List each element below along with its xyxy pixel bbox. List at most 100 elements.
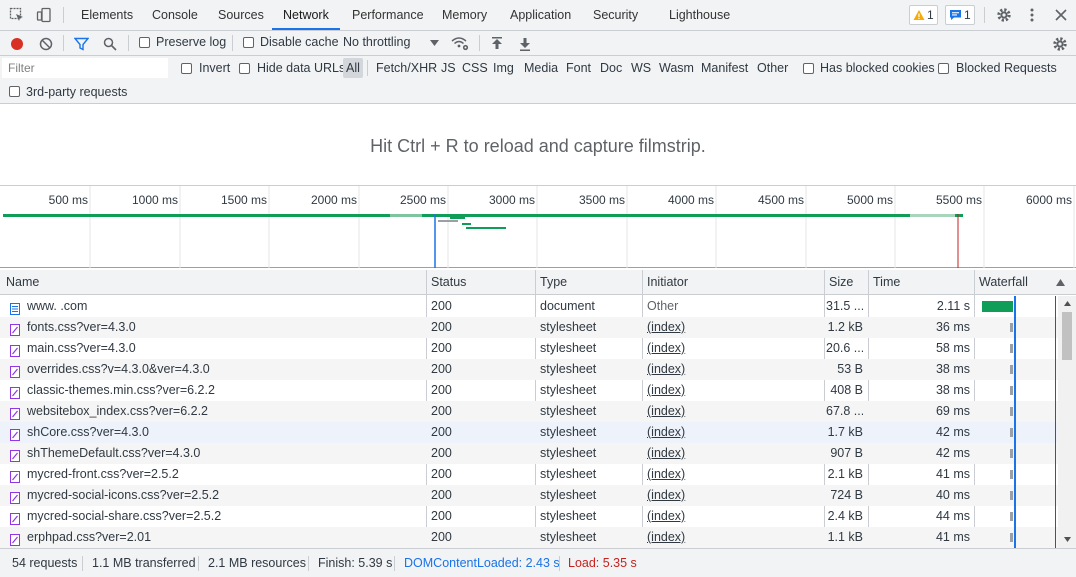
throttling-select[interactable]: No throttling	[343, 35, 410, 49]
request-name[interactable]: erphpad.css?ver=2.01	[27, 527, 422, 548]
request-initiator[interactable]: (index)	[647, 380, 817, 401]
table-row[interactable]: mycred-social-share.css?ver=2.5.2 200 styl…	[0, 506, 1058, 527]
type-filter-other[interactable]: Other	[754, 58, 791, 78]
type-filter-manifest[interactable]: Manifest	[698, 58, 751, 78]
type-filter-js[interactable]: JS	[438, 58, 459, 78]
request-initiator[interactable]: (index)	[647, 443, 817, 464]
scroll-up-arrow-icon[interactable]	[1063, 300, 1071, 306]
request-name[interactable]: mycred-social-icons.css?ver=2.5.2	[27, 485, 422, 506]
table-row[interactable]: shThemeDefault.css?ver=4.3.0 200 styleshee…	[0, 443, 1058, 464]
request-initiator[interactable]: (index)	[647, 464, 817, 485]
scrollbar-thumb[interactable]	[1062, 312, 1072, 360]
type-filter-font[interactable]: Font	[563, 58, 594, 78]
disable-cache-checkbox[interactable]	[243, 37, 254, 48]
tab-performance[interactable]: Performance	[352, 0, 424, 31]
table-row[interactable]: www. .com 200 document Other 31.5 ... 2.11 s	[0, 296, 1058, 317]
type-filter-img[interactable]: Img	[490, 58, 517, 78]
table-row[interactable]: main.css?ver=4.3.0 200 stylesheet (index) 20…	[0, 338, 1058, 359]
settings-gear-icon[interactable]	[995, 6, 1013, 24]
preserve-log-label[interactable]: Preserve log	[156, 35, 226, 49]
request-list-scrollbar[interactable]	[1058, 296, 1076, 548]
sort-ascending-icon[interactable]	[1054, 277, 1066, 287]
request-name[interactable]: classic-themes.min.css?ver=6.2.2	[27, 380, 422, 401]
inspect-element-icon[interactable]	[8, 6, 26, 24]
close-icon[interactable]	[1052, 6, 1070, 24]
column-name-header[interactable]: Name	[1, 270, 39, 295]
record-icon[interactable]	[8, 35, 25, 52]
network-settings-gear-icon[interactable]	[1051, 35, 1069, 52]
preserve-log-checkbox[interactable]	[139, 37, 150, 48]
blocked-requests-checkbox[interactable]	[938, 63, 949, 74]
request-initiator[interactable]: (index)	[647, 338, 817, 359]
disable-cache-label[interactable]: Disable cache	[260, 35, 339, 49]
column-type-header[interactable]: Type	[535, 270, 567, 295]
request-name[interactable]: shCore.css?ver=4.3.0	[27, 422, 422, 443]
dropdown-arrow-icon[interactable]	[428, 37, 440, 49]
request-name[interactable]: overrides.css?v=4.3.0&ver=4.3.0	[27, 359, 422, 380]
more-options-icon[interactable]	[1023, 6, 1041, 24]
filter-icon[interactable]	[73, 35, 90, 52]
request-initiator[interactable]: (index)	[647, 317, 817, 338]
has-blocked-cookies-checkbox[interactable]	[803, 63, 814, 74]
blocked-requests-label[interactable]: Blocked Requests	[956, 61, 1057, 75]
type-filter-wasm[interactable]: Wasm	[656, 58, 697, 78]
tab-sources[interactable]: Sources	[218, 0, 264, 31]
column-time-header[interactable]: Time	[868, 270, 900, 295]
type-filter-fetch-xhr[interactable]: Fetch/XHR	[373, 58, 440, 78]
tab-memory[interactable]: Memory	[442, 0, 487, 31]
request-initiator[interactable]: (index)	[647, 527, 817, 548]
third-party-requests-checkbox[interactable]	[9, 86, 20, 97]
import-har-icon[interactable]	[489, 35, 505, 52]
clear-icon[interactable]	[37, 35, 54, 52]
export-har-icon[interactable]	[517, 35, 533, 52]
type-filter-css[interactable]: CSS	[459, 58, 491, 78]
hide-data-urls-label[interactable]: Hide data URLs	[257, 61, 345, 75]
hide-data-urls-checkbox[interactable]	[239, 63, 250, 74]
third-party-requests-label[interactable]: 3rd-party requests	[26, 85, 127, 99]
table-row[interactable]: mycred-front.css?ver=2.5.2 200 stylesheet (…	[0, 464, 1058, 485]
request-name[interactable]: www. .com	[27, 296, 422, 317]
request-initiator[interactable]: (index)	[647, 401, 817, 422]
type-filter-ws[interactable]: WS	[628, 58, 654, 78]
tab-application[interactable]: Application	[510, 0, 571, 31]
request-name[interactable]: mycred-front.css?ver=2.5.2	[27, 464, 422, 485]
table-row[interactable]: overrides.css?v=4.3.0&ver=4.3.0 200 styles…	[0, 359, 1058, 380]
search-icon[interactable]	[101, 35, 118, 52]
tab-security[interactable]: Security	[593, 0, 638, 31]
tab-network[interactable]: Network	[283, 0, 329, 31]
table-row[interactable]: shCore.css?ver=4.3.0 200 stylesheet (index)…	[0, 422, 1058, 443]
request-name[interactable]: main.css?ver=4.3.0	[27, 338, 422, 359]
device-toolbar-icon[interactable]	[35, 6, 53, 24]
table-row[interactable]: classic-themes.min.css?ver=6.2.2 200 style…	[0, 380, 1058, 401]
request-initiator[interactable]: (index)	[647, 422, 817, 443]
table-row[interactable]: websitebox_index.css?ver=6.2.2 200 stylesh…	[0, 401, 1058, 422]
request-initiator[interactable]: (index)	[647, 359, 817, 380]
tab-lighthouse[interactable]: Lighthouse	[669, 0, 730, 31]
table-row[interactable]: fonts.css?ver=4.3.0 200 stylesheet (index) 1…	[0, 317, 1058, 338]
request-initiator[interactable]: (index)	[647, 506, 817, 527]
request-name[interactable]: websitebox_index.css?ver=6.2.2	[27, 401, 422, 422]
tab-console[interactable]: Console	[152, 0, 198, 31]
request-name[interactable]: fonts.css?ver=4.3.0	[27, 317, 422, 338]
column-initiator-header[interactable]: Initiator	[642, 270, 688, 295]
column-waterfall-header[interactable]: Waterfall	[974, 270, 1028, 295]
type-filter-all[interactable]: All	[343, 58, 363, 78]
request-name[interactable]: mycred-social-share.css?ver=2.5.2	[27, 506, 422, 527]
scroll-down-arrow-icon[interactable]	[1063, 536, 1071, 542]
type-filter-media[interactable]: Media	[521, 58, 561, 78]
type-filter-doc[interactable]: Doc	[597, 58, 625, 78]
invert-label[interactable]: Invert	[199, 61, 230, 75]
request-name[interactable]: shThemeDefault.css?ver=4.3.0	[27, 443, 422, 464]
column-size-header[interactable]: Size	[824, 270, 853, 295]
table-row[interactable]: erphpad.css?ver=2.01 200 stylesheet (index)…	[0, 527, 1058, 548]
network-conditions-icon[interactable]	[451, 35, 469, 52]
tab-elements[interactable]: Elements	[81, 0, 133, 31]
issues-badge[interactable]: 1	[945, 5, 975, 25]
network-overview-timeline[interactable]: 500 ms 1000 ms 1500 ms 2000 ms 2500 ms 3000 m…	[0, 186, 1076, 268]
request-initiator[interactable]: (index)	[647, 485, 817, 506]
filter-input[interactable]	[2, 58, 168, 78]
column-status-header[interactable]: Status	[426, 270, 466, 295]
has-blocked-cookies-label[interactable]: Has blocked cookies	[820, 61, 935, 75]
table-row[interactable]: mycred-social-icons.css?ver=2.5.2 200 styl…	[0, 485, 1058, 506]
warnings-badge[interactable]: 1	[909, 5, 938, 25]
